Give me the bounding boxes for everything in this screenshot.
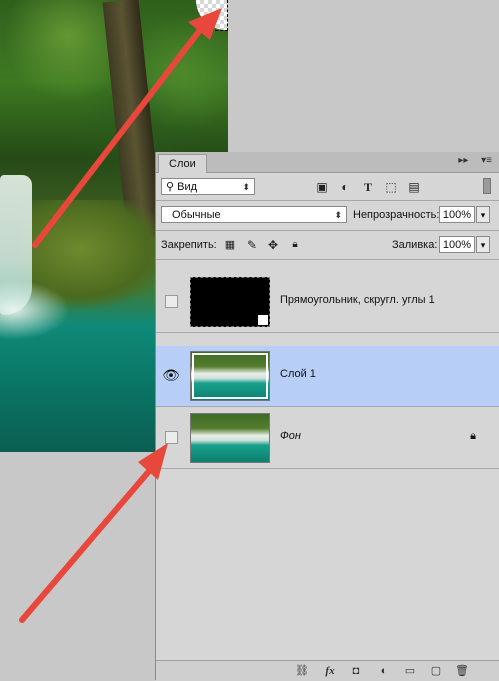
lock-label: Закрепить: [161,239,217,251]
trash-icon[interactable]: 🗑︎ [454,664,470,678]
panel-titlebar: Слои ▸▸ ▾≡ [156,152,499,173]
layer-row[interactable]: Прямоугольник, скругл. углы 1 [156,272,499,333]
type-filter-icon[interactable]: T [360,179,376,195]
shape-icon [257,314,269,326]
lock-all-icon[interactable]: 🔒︎ [287,237,303,253]
panel-menu-icon[interactable]: ▾≡ [481,155,492,166]
waterfall-mist [0,280,70,340]
new-layer-icon[interactable]: ▢ [428,664,444,678]
divider [156,230,499,231]
visibility-toggle-off[interactable] [165,295,178,308]
opacity-label: Непрозрачность: [353,209,440,221]
layer-thumbnail-photo[interactable] [190,351,270,401]
shape-filter-icon[interactable]: ⬚ [383,179,399,195]
collapse-icon[interactable]: ▸▸ [458,155,468,166]
layer-thumbnail-photo[interactable] [190,413,270,463]
fill-dropdown-button[interactable]: ▾ [476,236,490,253]
blend-row: Обычные ⬍ Непрозрачность: 100% ▾ [156,204,499,226]
add-mask-icon[interactable]: ◘ [348,664,364,678]
fill-input[interactable]: 100% [439,236,475,253]
blend-mode-select[interactable]: Обычные ⬍ [161,206,347,223]
layer-name[interactable]: Слой 1 [280,368,316,380]
image-filter-icon[interactable]: ▣ [314,179,330,195]
search-icon: ⚲ [166,181,175,193]
select-arrows-icon: ⬍ [334,210,342,220]
lock-icon: 🔒︎ [470,430,476,442]
eye-icon[interactable]: 👁︎ [162,366,180,384]
fill-label: Заливка: [392,239,438,251]
opacity-input[interactable]: 100% [439,206,475,223]
adjustment-filter-icon[interactable]: ◐ [337,179,353,195]
layer-thumbnail-shape[interactable] [190,277,270,327]
filter-kind-value: Вид [177,181,198,193]
lock-position-icon[interactable]: ✥ [265,237,281,253]
panel-menu-controls: ▸▸ ▾≡ [448,155,492,166]
blend-mode-value: Обычные [172,209,221,221]
shape-path-outline [196,0,228,31]
layer-row[interactable]: Фон 🔒︎ [156,408,499,469]
adjustment-layer-icon[interactable]: ◐ [376,664,392,678]
layers-panel: Слои ▸▸ ▾≡ ⚲ Вид ⬍ ▣ ◐ T ⬚ ▤ Обычные ⬍ Н… [155,152,499,681]
layer-name[interactable]: Прямоугольник, скругл. углы 1 [280,294,435,306]
layer-style-icon[interactable]: fx [322,664,338,678]
divider [156,259,499,260]
opacity-dropdown-button[interactable]: ▾ [476,206,490,223]
filter-kind-select[interactable]: ⚲ Вид ⬍ [161,178,255,195]
divider [156,200,499,201]
filter-row: ⚲ Вид ⬍ ▣ ◐ T ⬚ ▤ [156,176,499,198]
filter-toggle-switch[interactable] [483,178,491,194]
lock-transparent-pixels-icon[interactable]: ▦ [222,237,238,253]
layer-row-selected[interactable]: 👁︎ Слой 1 [156,346,499,407]
link-layers-icon[interactable]: ⛓ [294,664,310,678]
lock-image-pixels-icon[interactable]: ✎ [244,237,260,253]
tab-layers[interactable]: Слои [158,154,207,173]
layers-bottom-bar: ⛓ fx ◘ ◐ ▭ ▢ 🗑︎ [156,660,499,681]
smart-object-filter-icon[interactable]: ▤ [406,179,422,195]
lock-row: Закрепить: ▦ ✎ ✥ 🔒︎ Заливка: 100% ▾ [156,234,499,256]
visibility-toggle-off[interactable] [165,431,178,444]
new-group-icon[interactable]: ▭ [402,664,418,678]
arrow-to-background-layer [19,443,168,623]
layer-name[interactable]: Фон [280,430,301,442]
select-arrows-icon: ⬍ [242,182,250,192]
